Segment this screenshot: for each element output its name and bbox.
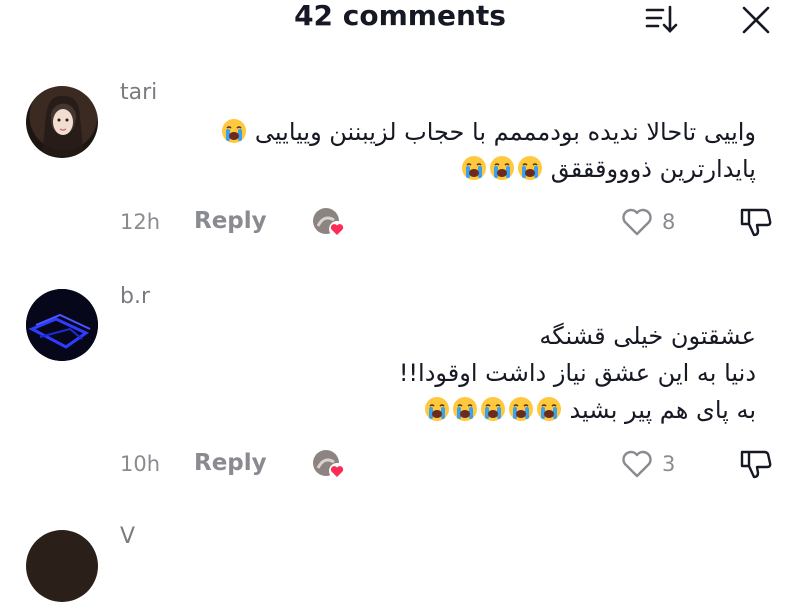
avatar[interactable] xyxy=(26,86,98,158)
thumbs-down-icon xyxy=(740,208,772,237)
loudly-crying-face-emoji xyxy=(517,155,543,181)
comment-line: پایدارترین ذوووقققق xyxy=(550,155,756,183)
like-button[interactable]: 8 xyxy=(620,206,690,238)
comment-line: به پای هم پیر بشید xyxy=(569,396,756,424)
avatar[interactable] xyxy=(26,289,98,361)
comment-line: عشقتون خیلی قشنگه xyxy=(539,322,756,350)
comment-username[interactable]: V xyxy=(120,524,135,549)
loudly-crying-face-emoji xyxy=(452,396,478,422)
loudly-crying-face-emoji xyxy=(536,396,562,422)
loudly-crying-face-emoji xyxy=(480,396,506,422)
close-icon xyxy=(742,6,770,34)
creator-liked-badge xyxy=(310,206,346,238)
loudly-crying-face-emoji xyxy=(424,396,450,422)
sort-button[interactable] xyxy=(644,4,680,36)
thumbs-down-icon xyxy=(740,450,772,479)
loudly-crying-face-emoji xyxy=(461,155,487,181)
avatar-image xyxy=(42,95,84,156)
heart-outline-icon xyxy=(622,208,652,236)
comment-text: واییی تاحالا ندیده بودمممم با حجاب لزیبن… xyxy=(116,114,756,188)
comment-username[interactable]: tari xyxy=(120,80,157,106)
avatar[interactable] xyxy=(26,530,98,602)
comment-line: واییی تاحالا ندیده بودمممم با حجاب لزیبن… xyxy=(254,118,756,146)
close-button[interactable] xyxy=(738,4,774,36)
comment-actions: 12h Reply 8 xyxy=(120,206,780,238)
loudly-crying-face-emoji xyxy=(221,118,247,144)
like-count: 8 xyxy=(662,210,676,234)
dislike-button[interactable] xyxy=(738,446,774,482)
comment-text: عشقتون خیلی قشنگه دنیا به این عشق نیاز د… xyxy=(116,318,756,429)
loudly-crying-face-emoji xyxy=(489,155,515,181)
creator-liked-badge xyxy=(310,448,346,480)
dislike-button[interactable] xyxy=(738,204,774,240)
comment-actions: 10h Reply 3 xyxy=(120,448,780,480)
reply-button[interactable]: Reply xyxy=(194,450,267,476)
comments-title: 42 comments xyxy=(294,0,506,32)
comments-header: 42 comments xyxy=(0,0,800,40)
comment-time: 12h xyxy=(120,210,161,234)
comment-username[interactable]: b.r xyxy=(120,284,150,310)
comment-time: 10h xyxy=(120,452,161,476)
reply-button[interactable]: Reply xyxy=(194,208,267,234)
comment-line: دنیا به این عشق نیاز داشت اوقودا!! xyxy=(398,359,756,387)
like-button[interactable]: 3 xyxy=(620,448,690,480)
avatar-image xyxy=(26,289,98,361)
sort-icon xyxy=(645,5,678,33)
like-count: 3 xyxy=(662,452,676,476)
heart-outline-icon xyxy=(622,450,652,478)
loudly-crying-face-emoji xyxy=(508,396,534,422)
